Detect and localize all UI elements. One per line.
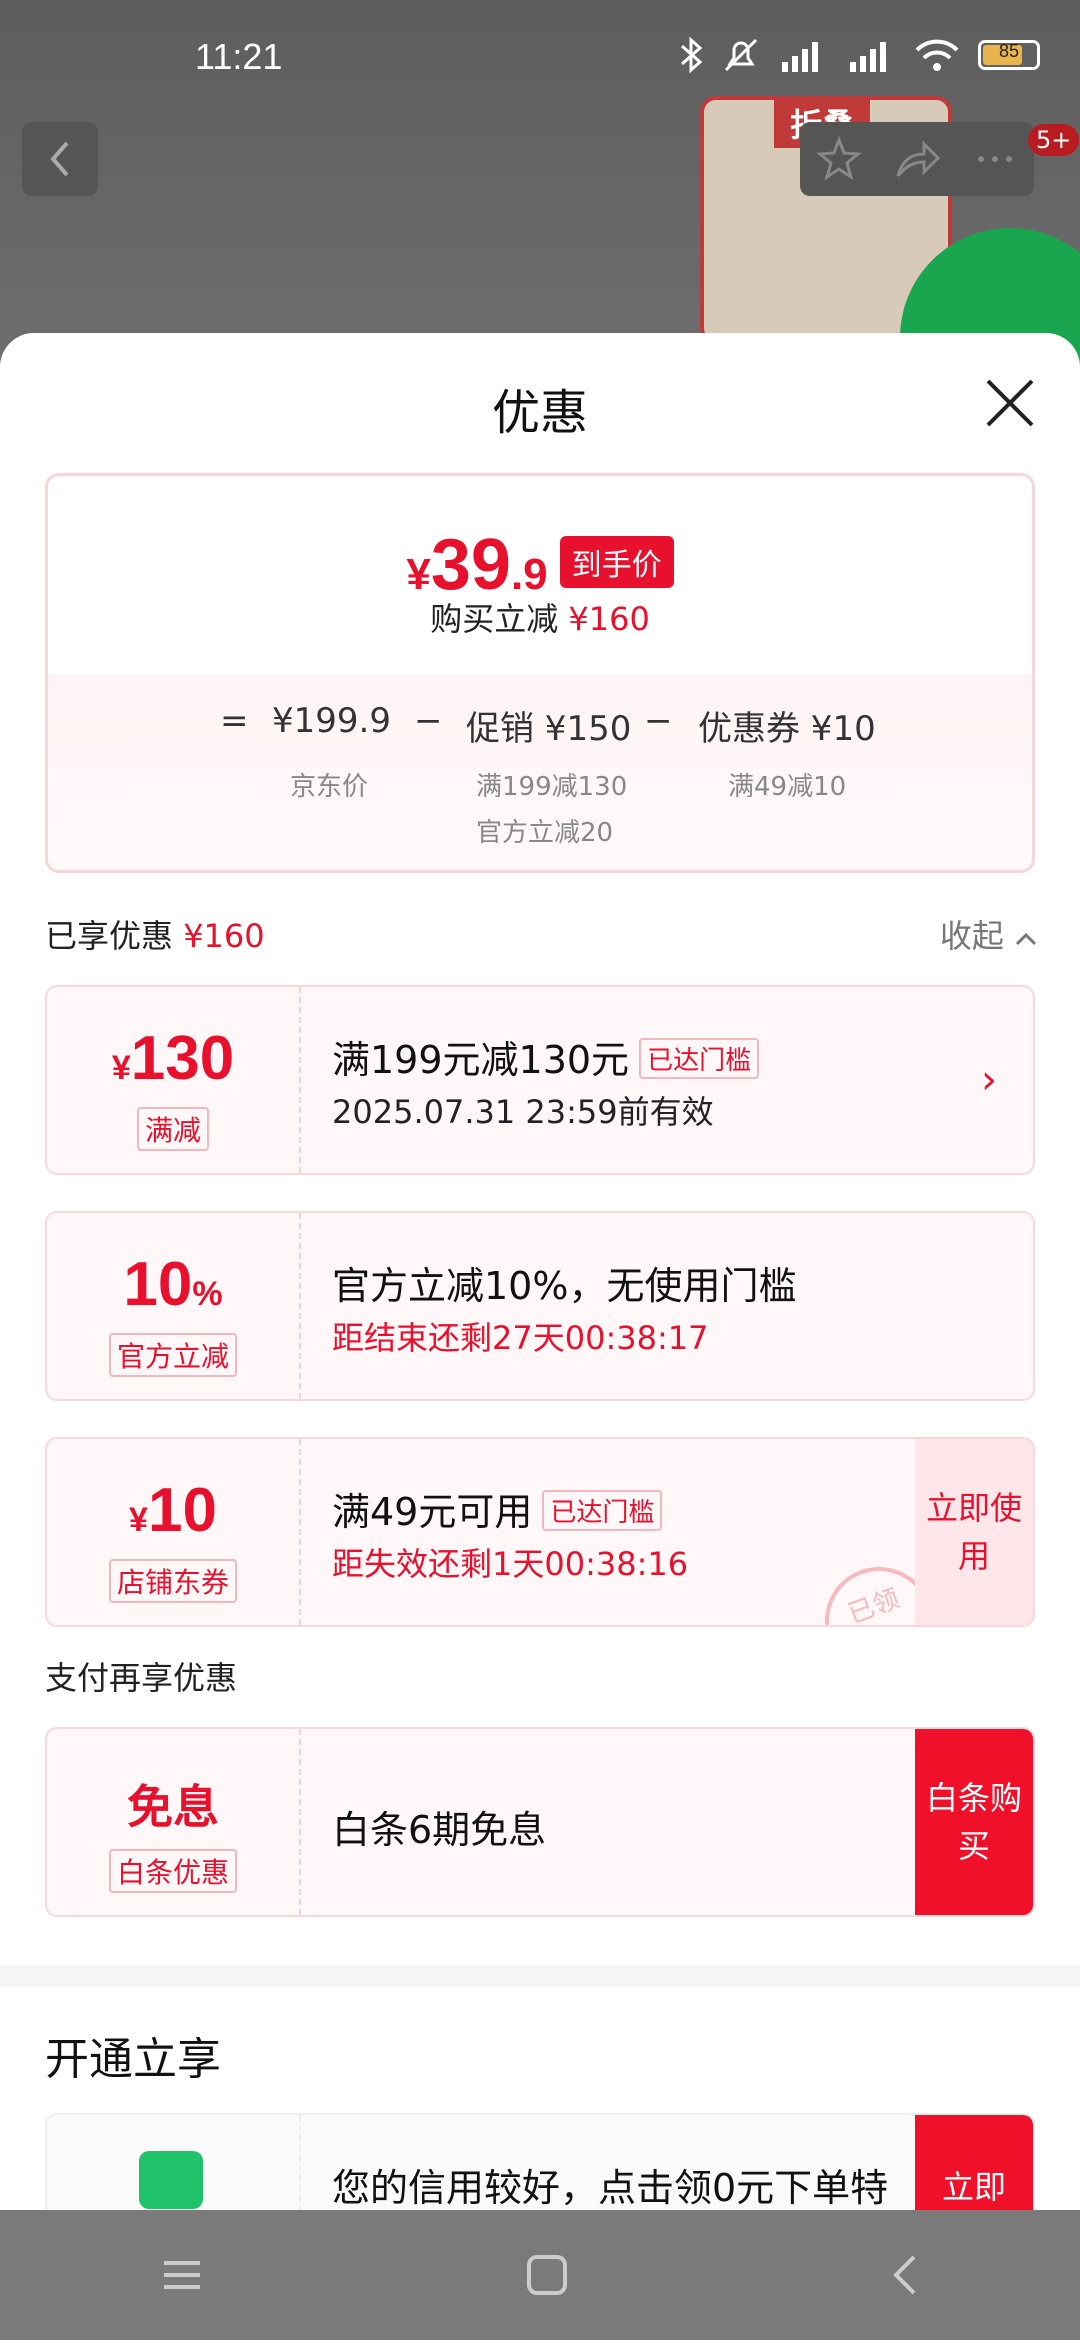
card-title-text: 满199元减130元: [332, 1038, 630, 1082]
card-amount: 10%: [47, 1249, 299, 1320]
discount-card-store-coupon: ¥10 店铺东券 满49元可用 已达门槛 距失效还剩1天00:38:16 已领 立…: [45, 1437, 1035, 1627]
signal-icon: [782, 42, 818, 72]
card-countdown: 距结束还剩27天00:38:17: [332, 1319, 709, 1357]
equals-sign: =: [220, 701, 249, 741]
card-title-text: 满49元可用: [332, 1490, 533, 1534]
credit-card-offer: 您的信用较好，点击领0元下单特 立即: [45, 2113, 1035, 2213]
card-type-tag: 官方立减: [108, 1333, 238, 1377]
discount-sheet: 优惠 ¥ 39 .9 到手价 购买立减 ¥160 = ¥199.9 − 促销 ¥…: [0, 333, 1080, 2213]
installment-card: 免息 白条优惠 白条6期免息 白条购买: [45, 1727, 1035, 1917]
card-type-tag: 满减: [136, 1107, 210, 1151]
status-time: 11:21: [195, 36, 283, 77]
currency-symbol: ¥: [406, 550, 431, 599]
card-currency: ¥: [129, 1501, 148, 1539]
signal-icon-2: [850, 42, 886, 72]
promo-amount: 促销 ¥150: [466, 709, 632, 749]
card-left: 免息 白条优惠: [47, 1729, 301, 1915]
chevron-right-icon[interactable]: ›: [981, 1057, 997, 1103]
card-amount-value: 10: [147, 1476, 217, 1545]
card-validity: 2025.07.31 23:59前有效: [332, 1093, 714, 1131]
card-left: [47, 2115, 301, 2213]
coupon-amount: 优惠券 ¥10: [698, 709, 876, 749]
card-unit: %: [192, 1275, 223, 1313]
final-price-tag: 到手价: [559, 536, 674, 588]
card-amount: ¥130: [47, 1023, 299, 1094]
open-section-title: 开通立享: [45, 2034, 221, 2085]
battery-icon: 85: [978, 40, 1040, 70]
minus-sign-2: −: [644, 701, 673, 741]
bluetooth-icon: [681, 36, 703, 74]
card-countdown: 距失效还剩1天00:38:16: [332, 1545, 689, 1583]
pay-section-title: 支付再享优惠: [45, 1659, 238, 1697]
sheet-title: 优惠: [491, 385, 588, 441]
card-title: 白条6期免息: [332, 1808, 547, 1852]
minus-sign: −: [414, 701, 443, 741]
threshold-badge: 已达门槛: [639, 1038, 760, 1079]
more-icon[interactable]: [972, 136, 1018, 182]
card-amount-value: 130: [130, 1024, 235, 1093]
card-amount: 免息: [47, 1771, 299, 1837]
mute-icon: [724, 38, 758, 72]
promo-detail-1: 满199减130: [476, 772, 628, 802]
card-left: ¥130 满减: [47, 987, 301, 1173]
card-type-tag: 白条优惠: [108, 1849, 238, 1893]
price-summary: ¥ 39 .9 到手价 购买立减 ¥160 = ¥199.9 − 促销 ¥150…: [45, 473, 1035, 873]
back-icon[interactable]: [890, 2253, 920, 2297]
enjoyed-value: ¥160: [183, 917, 265, 955]
price-decimal: .9: [510, 550, 548, 599]
use-now-button[interactable]: 立即使用: [915, 1439, 1033, 1625]
message-badge: 5+: [1028, 124, 1080, 156]
home-icon[interactable]: [525, 2253, 569, 2297]
enjoyed-label: 已享优惠: [45, 917, 174, 955]
chevron-up-icon: [1015, 932, 1037, 946]
card-currency: ¥: [111, 1049, 131, 1087]
star-icon[interactable]: [816, 136, 862, 182]
top-actions: [800, 122, 1034, 196]
back-button[interactable]: [22, 122, 98, 196]
threshold-badge: 已达门槛: [542, 1490, 663, 1531]
back-arrow-icon: [50, 141, 69, 177]
reduction-value: ¥160: [568, 600, 650, 638]
wifi-icon: [915, 39, 959, 71]
card-amount: ¥10: [47, 1475, 299, 1546]
shopping-bag-icon: [139, 2151, 203, 2209]
jd-price: ¥199.9: [272, 701, 391, 741]
enjoyed-discount-header: 已享优惠 ¥160: [45, 911, 265, 957]
reduction-label: 购买立减: [430, 600, 559, 638]
card-amount-value: 10: [123, 1250, 193, 1319]
baitiao-buy-button[interactable]: 白条购买: [915, 1729, 1033, 1915]
card-title: 满49元可用 已达门槛: [332, 1481, 663, 1536]
battery-level: 85: [998, 41, 1020, 61]
coupon-detail: 满49减10: [728, 772, 847, 802]
discount-card-full-reduction[interactable]: ¥130 满减 满199元减130元 已达门槛 2025.07.31 23:59前…: [45, 985, 1035, 1175]
status-bar: 11:21 85: [0, 0, 1080, 110]
status-icons: 85: [678, 36, 1040, 74]
share-icon[interactable]: [894, 136, 940, 182]
section-divider: [0, 1965, 1080, 1987]
jd-price-label: 京东价: [290, 772, 369, 802]
card-title: 满199元减130元 已达门槛: [332, 1029, 760, 1084]
collapse-label: 收起: [939, 917, 1004, 955]
system-nav-bar: [0, 2210, 1080, 2340]
promo-detail-2: 官方立减20: [476, 818, 614, 848]
discount-card-official: 10% 官方立减 官方立减10%，无使用门槛 距结束还剩27天00:38:17: [45, 1211, 1035, 1401]
collapse-button[interactable]: 收起: [940, 911, 1038, 957]
card-amount-value: 免息: [127, 1781, 219, 1833]
card-left: 10% 官方立减: [47, 1213, 301, 1399]
card-title: 官方立减10%，无使用门槛: [332, 1264, 797, 1308]
card-type-tag: 店铺东券: [108, 1559, 238, 1603]
total-reduction: 购买立减 ¥160: [48, 594, 1032, 640]
card-title: 您的信用较好，点击领0元下单特: [332, 2166, 889, 2210]
open-now-button[interactable]: 立即: [915, 2115, 1033, 2213]
card-left: ¥10 店铺东券: [47, 1439, 301, 1625]
menu-icon[interactable]: [160, 2255, 204, 2295]
close-icon[interactable]: [982, 375, 1038, 431]
